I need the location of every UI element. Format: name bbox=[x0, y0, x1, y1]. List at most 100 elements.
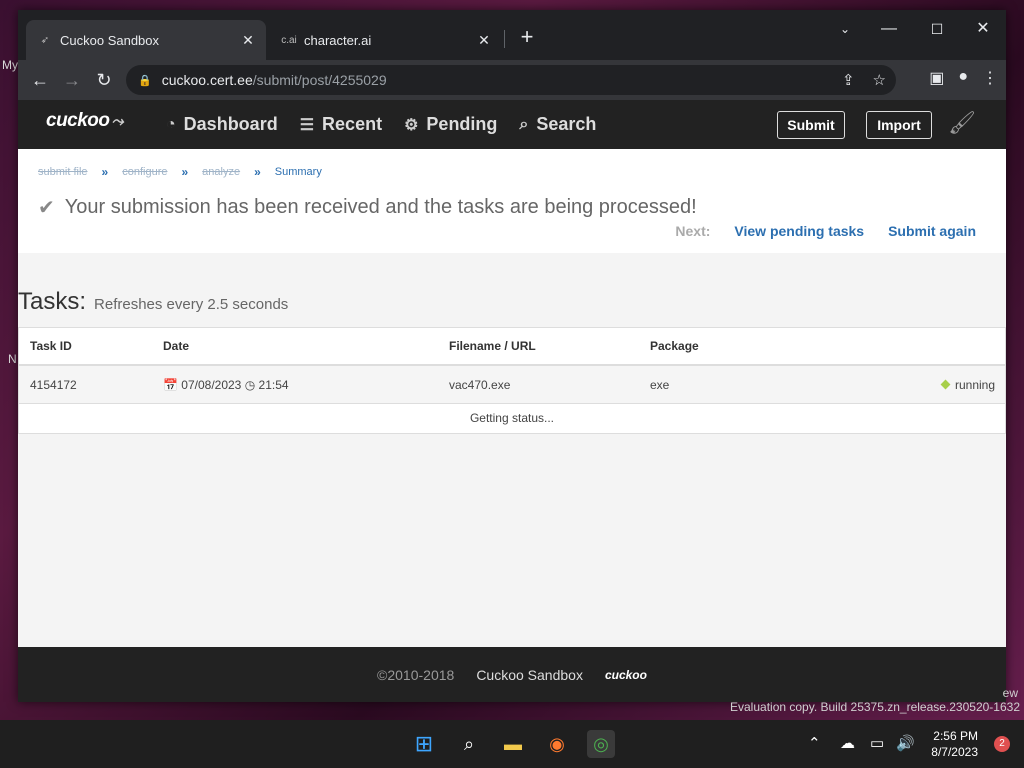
chrome-icon[interactable]: ◎ bbox=[587, 730, 615, 758]
close-tab-icon[interactable]: ✕ bbox=[240, 32, 256, 49]
cuckoo-favicon-icon: ➶ bbox=[40, 34, 50, 46]
back-button[interactable]: ← bbox=[24, 70, 56, 91]
checkmark-icon: ✔ bbox=[38, 197, 55, 219]
browser-window: ➶ Cuckoo Sandbox ✕ c.ai character.ai ✕ +… bbox=[18, 10, 1006, 702]
chevron-up-icon[interactable]: ⌃ bbox=[808, 734, 821, 752]
getting-status-row: Getting status... bbox=[469, 411, 555, 425]
taskbar-clock[interactable]: 2:56 PM 8/7/2023 bbox=[931, 728, 978, 760]
maximize-button[interactable]: ☐ bbox=[914, 14, 960, 44]
clock-icon: ◷ bbox=[244, 377, 256, 392]
chevron-right-icon: » bbox=[181, 165, 189, 179]
chevron-right-icon: » bbox=[254, 165, 261, 179]
reload-button[interactable]: ↻ bbox=[88, 70, 120, 91]
nav-recent[interactable]: ☰ Recent bbox=[300, 114, 382, 135]
tab-title: character.ai bbox=[304, 32, 372, 48]
tab-character-ai[interactable]: c.ai character.ai ✕ bbox=[270, 20, 502, 60]
lock-icon: 🔒 bbox=[138, 74, 152, 87]
search-icon[interactable]: ⌕ bbox=[455, 730, 483, 758]
breadcrumb-analyze: analyze bbox=[202, 166, 241, 178]
firefox-icon[interactable]: ◉ bbox=[543, 730, 571, 758]
bookmark-star-icon[interactable]: ☆ bbox=[873, 71, 886, 89]
status-badge: running bbox=[940, 378, 995, 392]
nav-dashboard[interactable]: ◔ Dashboard bbox=[166, 114, 278, 135]
tab-separator bbox=[504, 30, 505, 48]
watermark-fragment: ew bbox=[1002, 686, 1018, 700]
cuckoo-logo[interactable]: cuckoo ⤳ bbox=[46, 110, 124, 132]
success-message: ✔ Your submission has been received and … bbox=[38, 196, 697, 219]
browser-toolbar: ← → ↻ 🔒 cuckoo.cert.ee/submit/post/42550… bbox=[18, 60, 1006, 100]
close-tab-icon[interactable]: ✕ bbox=[476, 32, 492, 49]
cuckoo-navbar: cuckoo ⤳ ◔ Dashboard ☰ Recent ⚙ Pending ⌕ Sea… bbox=[18, 100, 1006, 149]
clock-time: 2:56 PM bbox=[933, 729, 978, 743]
tab-cuckoo-sandbox[interactable]: ➶ Cuckoo Sandbox ✕ bbox=[26, 20, 266, 60]
side-panel-icon[interactable]: ▣ bbox=[929, 68, 944, 88]
cogs-icon: ⚙ bbox=[404, 116, 419, 134]
character-ai-favicon-icon: c.ai bbox=[281, 34, 297, 46]
nav-pending[interactable]: ⚙ Pending bbox=[404, 114, 497, 135]
windows-start-icon[interactable]: ⊞ bbox=[410, 730, 438, 758]
search-icon: ⌕ bbox=[519, 115, 529, 133]
paint-brush-icon[interactable]: 🖌 bbox=[948, 110, 976, 136]
table-row[interactable]: 4154172 📅 07/08/2023 ◷ 21:54 vac470.exe … bbox=[19, 366, 1005, 404]
url-path: /submit/post/4255029 bbox=[252, 72, 387, 88]
breadcrumb-submit-file: submit file bbox=[38, 166, 88, 178]
list-icon: ☰ bbox=[299, 116, 315, 134]
desktop-icon-label: My bbox=[2, 58, 18, 72]
cloud-offline-icon[interactable]: ☁ bbox=[840, 734, 855, 752]
bird-icon: ⤳ bbox=[111, 113, 124, 130]
header-filename: Filename / URL bbox=[449, 339, 536, 353]
minimize-button[interactable]: — bbox=[866, 14, 912, 44]
menu-kebab-icon[interactable]: ⋮ bbox=[982, 68, 998, 88]
header-task-id: Task ID bbox=[30, 339, 72, 353]
task-date: 📅 07/08/2023 ◷ 21:54 bbox=[163, 377, 289, 392]
footer-logo: cuckoo bbox=[604, 667, 647, 682]
profile-icon[interactable]: ● bbox=[958, 68, 968, 88]
next-actions: Next: View pending tasks Submit again bbox=[675, 223, 976, 239]
calendar-icon: 📅 bbox=[163, 377, 178, 392]
tasks-title: Tasks: bbox=[18, 288, 87, 315]
breadcrumb: submit file » configure » analyze » Summ… bbox=[38, 165, 322, 179]
volume-icon[interactable]: 🔊 bbox=[896, 734, 915, 752]
tab-bar: ➶ Cuckoo Sandbox ✕ c.ai character.ai ✕ +… bbox=[18, 10, 1006, 60]
table-header-row: Task ID Date Filename / URL Package bbox=[19, 328, 1005, 366]
network-icon[interactable]: ▭ bbox=[870, 734, 884, 752]
tab-title: Cuckoo Sandbox bbox=[60, 32, 160, 48]
submission-summary: submit file » configure » analyze » Summ… bbox=[18, 149, 1006, 253]
header-package: Package bbox=[650, 339, 699, 353]
notification-badge[interactable]: 2 bbox=[994, 736, 1010, 752]
tab-search-icon[interactable]: ⌄ bbox=[822, 14, 868, 44]
submit-again-link[interactable]: Submit again bbox=[888, 223, 976, 239]
footer-copyright: ©2010-2018 bbox=[377, 666, 455, 683]
tasks-table: Task ID Date Filename / URL Package 4154… bbox=[18, 327, 1006, 434]
new-tab-button[interactable]: + bbox=[516, 24, 538, 50]
breadcrumb-configure: configure bbox=[122, 166, 168, 178]
task-id: 4154172 bbox=[30, 377, 77, 392]
view-pending-tasks-link[interactable]: View pending tasks bbox=[734, 223, 864, 239]
windows-taskbar: ⊞ ⌕ ▬ ◉ ◎ ⌃ ☁ ▭ 🔊 2:56 PM 8/7/2023 2 bbox=[0, 720, 1024, 768]
footer-name: Cuckoo Sandbox bbox=[476, 666, 583, 683]
file-explorer-icon[interactable]: ▬ bbox=[499, 730, 527, 758]
cuckoo-page: cuckoo ⤳ ◔ Dashboard ☰ Recent ⚙ Pending ⌕ Sea… bbox=[18, 100, 1006, 702]
close-window-button[interactable]: ✕ bbox=[960, 14, 1006, 44]
forward-button[interactable]: → bbox=[56, 70, 88, 91]
import-button[interactable]: Import bbox=[866, 111, 932, 139]
address-bar[interactable]: 🔒 cuckoo.cert.ee/submit/post/4255029 ⇪ ☆ bbox=[126, 65, 896, 95]
share-icon[interactable]: ⇪ bbox=[842, 71, 855, 89]
tasks-refresh-note: Refreshes every 2.5 seconds bbox=[94, 296, 289, 313]
task-package: exe bbox=[650, 377, 670, 392]
nav-search[interactable]: ⌕ Search bbox=[519, 114, 596, 135]
next-label: Next: bbox=[675, 223, 711, 239]
url-host: cuckoo.cert.ee bbox=[161, 72, 253, 88]
evaluation-watermark: Evaluation copy. Build 25375.zn_release.… bbox=[730, 700, 1020, 714]
tasks-header: Tasks: Refreshes every 2.5 seconds bbox=[18, 288, 288, 316]
status-diamond-icon bbox=[940, 379, 951, 390]
submit-button[interactable]: Submit bbox=[777, 111, 845, 139]
task-filename: vac470.exe bbox=[449, 377, 511, 392]
chevron-right-icon: » bbox=[101, 165, 109, 179]
clock-date: 8/7/2023 bbox=[931, 745, 978, 759]
desktop-icon-label-2: N bbox=[8, 352, 17, 366]
cuckoo-footer: ©2010-2018 Cuckoo Sandbox cuckoo bbox=[18, 647, 1006, 702]
breadcrumb-summary: Summary bbox=[274, 166, 322, 178]
header-date: Date bbox=[163, 339, 190, 353]
dashboard-icon: ◔ bbox=[166, 115, 176, 133]
